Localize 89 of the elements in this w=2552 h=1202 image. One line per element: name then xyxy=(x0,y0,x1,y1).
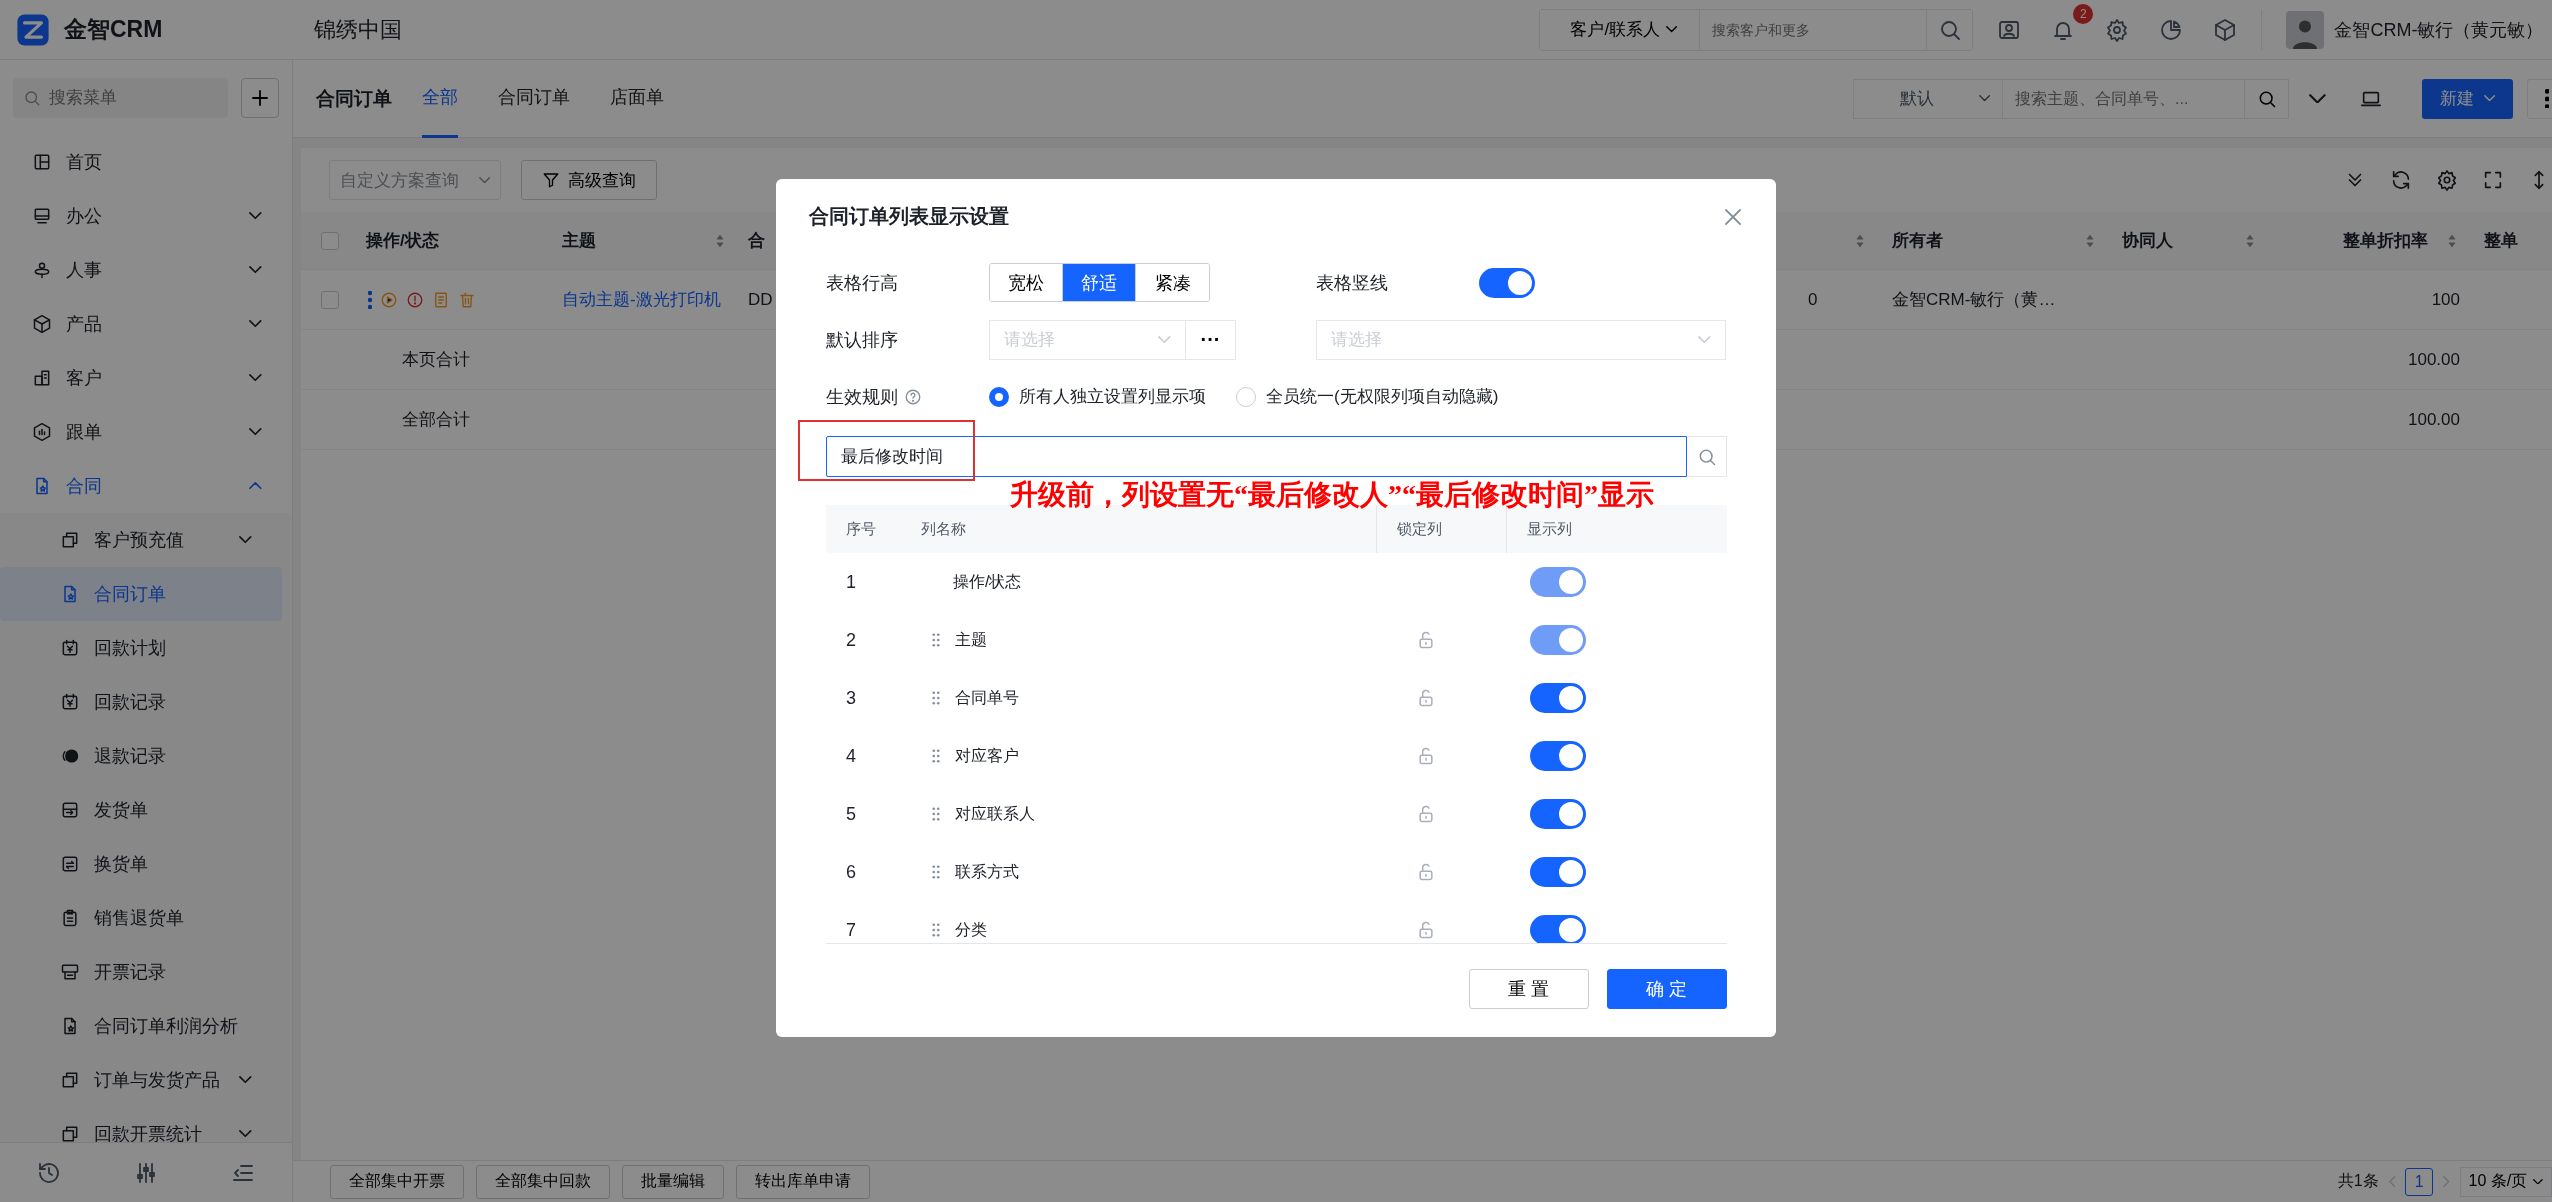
summary-label: 全部合计 xyxy=(402,409,470,431)
table-cell: 100.00 xyxy=(2408,409,2460,430)
view-select[interactable]: 默认 xyxy=(1853,78,2003,119)
menu-item[interactable]: 回款记录 xyxy=(0,675,282,729)
field-label: 表格行高 xyxy=(826,271,899,295)
menu-item[interactable]: 回款开票统计 xyxy=(0,1107,282,1142)
menu-item[interactable]: 开票记录 xyxy=(0,945,282,999)
menu-item[interactable]: 换货单 xyxy=(0,837,282,891)
menu-item[interactable]: 产品 xyxy=(0,297,292,351)
table-cell: 100.00 xyxy=(2408,349,2460,370)
field-label: 默认排序 xyxy=(826,328,899,352)
new-button[interactable]: 新建 xyxy=(2421,78,2513,119)
menu-item[interactable]: 发货单 xyxy=(0,783,282,837)
table-cell: 0 xyxy=(1808,289,1818,310)
column-header: 列名称 xyxy=(921,519,966,539)
subject-link[interactable]: 自动主题-激光打印机 xyxy=(562,288,721,311)
row-number: 4 xyxy=(846,745,856,766)
radio-option[interactable]: 全员统一(无权限列项自动隐藏) xyxy=(1236,385,1499,408)
segment-option[interactable]: 舒适 xyxy=(1063,264,1136,301)
column-search-field[interactable]: 最后修改时间 xyxy=(826,436,1687,477)
segment-option[interactable]: 宽松 xyxy=(990,264,1063,301)
column-name: 分类 xyxy=(955,919,987,940)
menu-item[interactable]: 合同 xyxy=(0,459,292,513)
column-header: 所有者 xyxy=(1892,230,1943,252)
confirm-button[interactable]: 确 定 xyxy=(1607,968,1727,1009)
field-label: 表格竖线 xyxy=(1316,271,1389,295)
menu-item[interactable]: 合同订单利润分析 xyxy=(0,999,282,1053)
column-header: 主题 xyxy=(562,230,596,252)
column-name: 联系方式 xyxy=(955,861,1019,882)
column-name: 主题 xyxy=(955,629,987,650)
tab[interactable]: 全部 xyxy=(422,59,458,138)
column-header: 序号 xyxy=(846,519,876,537)
column-header: 协同人 xyxy=(2122,230,2173,252)
global-search-field[interactable]: 客户/联系人 搜索客户和更多 xyxy=(1539,8,1974,51)
menu-item[interactable]: 合同订单 xyxy=(0,567,282,621)
menu-search-field[interactable]: 搜索菜单 xyxy=(13,77,228,118)
column-header: 显示列 xyxy=(1527,519,1572,539)
column-name: 合同单号 xyxy=(955,687,1019,708)
row-number: 2 xyxy=(846,629,856,650)
page-number[interactable]: 1 xyxy=(2405,1167,2434,1196)
column-header: 合 xyxy=(748,230,765,252)
bulk-action-button[interactable]: 全部集中回款 xyxy=(476,1164,610,1199)
bulk-action-button[interactable]: 转出库单申请 xyxy=(736,1164,870,1199)
menu-item[interactable]: 客户预充值 xyxy=(0,513,282,567)
user-name[interactable]: 金智CRM-敏行（黄元敏） xyxy=(2334,17,2544,42)
tab[interactable]: 店面单 xyxy=(610,59,664,138)
menu-item[interactable]: 人事 xyxy=(0,243,292,297)
row-number: 5 xyxy=(846,803,856,824)
advanced-query-button[interactable]: 高级查询 xyxy=(521,160,657,200)
page-title: 合同订单 xyxy=(316,86,392,111)
row-number: 1 xyxy=(846,571,856,592)
row-number: 6 xyxy=(846,861,856,882)
table-cell: DD xyxy=(748,289,773,310)
tab[interactable]: 合同订单 xyxy=(498,59,570,138)
column-header: 整单 xyxy=(2484,230,2518,252)
column-name: 对应联系人 xyxy=(955,803,1035,824)
column-name: 操作/状态 xyxy=(953,571,1022,592)
column-header: 整单折扣率 xyxy=(2343,230,2428,252)
menu-item[interactable]: 跟单 xyxy=(0,405,292,459)
bulk-action-button[interactable]: 批量编辑 xyxy=(622,1164,724,1199)
field-label: 生效规则 xyxy=(826,385,898,409)
search-field[interactable]: 搜索主题、合同单号、... xyxy=(2003,78,2245,119)
row-number: 7 xyxy=(846,919,856,940)
reset-button[interactable]: 重 置 xyxy=(1469,968,1589,1009)
menu-item[interactable]: 首页 xyxy=(0,135,292,189)
page-size-select[interactable]: 10 条/页 xyxy=(2459,1166,2552,1197)
more-button[interactable]: ··· xyxy=(1186,319,1236,360)
menu-item[interactable]: 回款计划 xyxy=(0,621,282,675)
bulk-action-button[interactable]: 全部集中开票 xyxy=(330,1164,464,1199)
menu-item[interactable]: 销售退货单 xyxy=(0,891,282,945)
company-name: 锦绣中国 xyxy=(314,15,403,44)
menu-item[interactable]: 办公 xyxy=(0,189,292,243)
search-scope-select[interactable]: 客户/联系人 xyxy=(1540,9,1701,50)
menu-item[interactable]: 客户 xyxy=(0,351,292,405)
summary-label: 本页合计 xyxy=(402,349,470,371)
dialog-title: 合同订单列表显示设置 xyxy=(809,204,1009,229)
column-name: 对应客户 xyxy=(955,745,1019,766)
menu-item[interactable]: 订单与发货产品 xyxy=(0,1053,282,1107)
radio-option[interactable]: 所有人独立设置列显示项 xyxy=(989,385,1206,408)
column-header: 锁定列 xyxy=(1397,519,1442,539)
annotation-text: 升级前，列设置无“最后修改人”“最后修改时间”显示 xyxy=(1010,479,1654,511)
notification-badge: 2 xyxy=(2073,3,2094,24)
table-cell: 100 xyxy=(2431,289,2460,310)
total-count: 共1条 xyxy=(2337,1171,2379,1191)
row-number: 3 xyxy=(846,687,856,708)
menu-item[interactable]: 退款记录 xyxy=(0,729,282,783)
column-header: 操作/状态 xyxy=(366,230,439,252)
brand-name: 金智CRM xyxy=(64,15,163,44)
table-cell-text: 金智CRM-敏行（黄… xyxy=(1892,289,2056,311)
